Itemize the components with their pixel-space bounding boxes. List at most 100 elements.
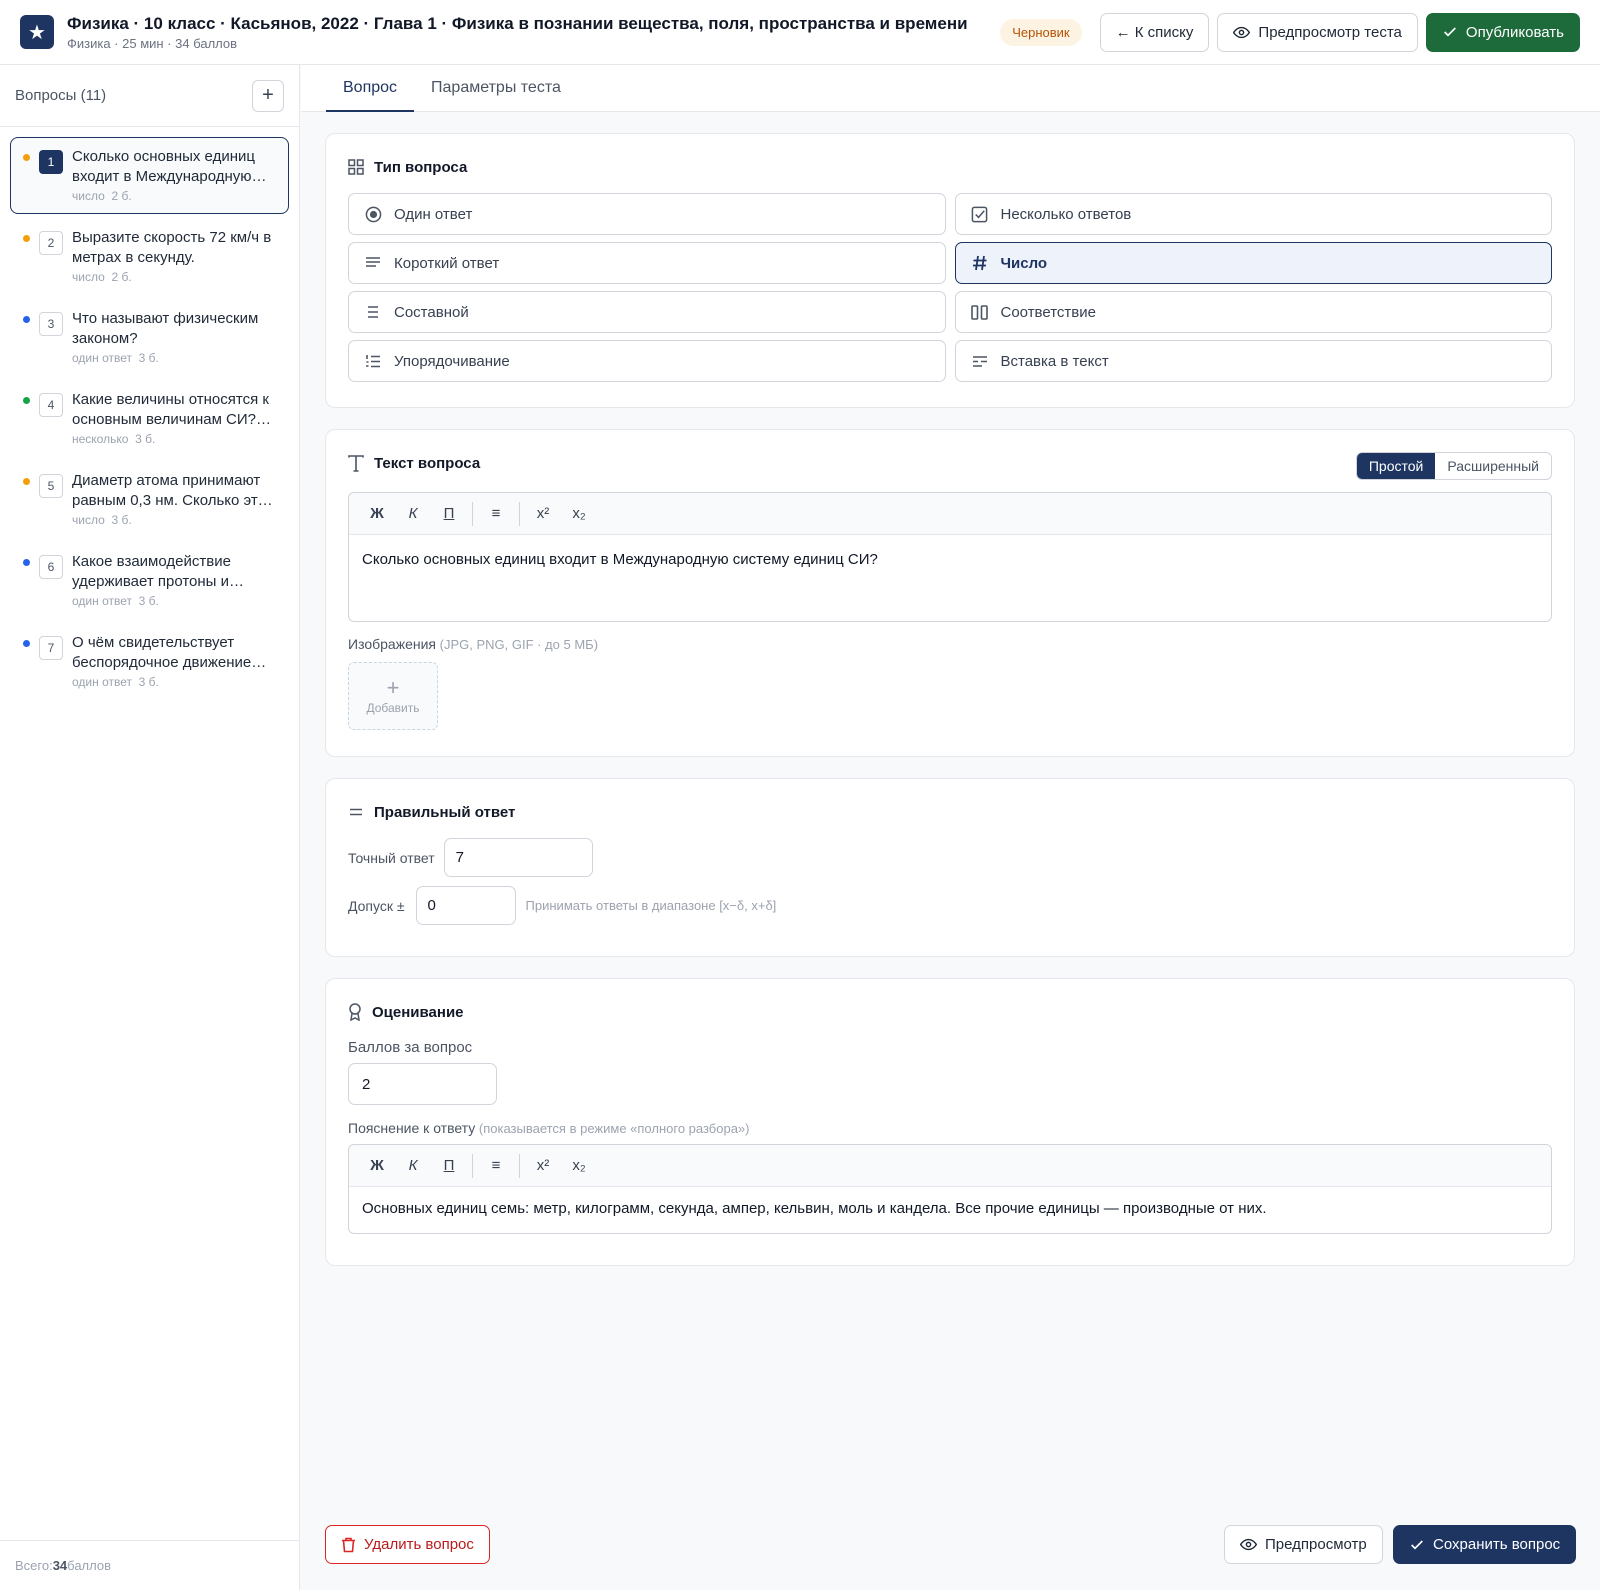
italic-button[interactable]: К	[395, 1157, 431, 1174]
question-text-input[interactable]: Сколько основных единиц входит в Междуна…	[349, 535, 1551, 621]
total-suffix: баллов	[67, 1558, 112, 1573]
question-text: Что называют физическим законом?	[72, 310, 259, 347]
question-points: 3 б.	[135, 432, 156, 446]
explanation-label: Пояснение к ответу	[348, 1120, 476, 1136]
images-hint: (JPG, PNG, GIF · до 5 МБ)	[436, 637, 599, 652]
question-text: Какое взаимодействие удерживает протоны …	[72, 553, 231, 590]
question-item-1[interactable]: 1 Сколько основных единиц входит в Между…	[10, 137, 289, 214]
question-points: 2 б.	[111, 270, 132, 284]
add-question-button[interactable]: +	[252, 79, 284, 112]
bold-button[interactable]: Ж	[359, 1157, 395, 1174]
radio-icon	[364, 206, 382, 223]
type-option-insert[interactable]: Вставка в текст	[954, 340, 1552, 382]
publish-button[interactable]: Опубликовать	[1425, 12, 1580, 52]
plus-icon: +	[386, 674, 400, 700]
publish-label: Опубликовать	[1465, 23, 1564, 41]
toolbar-divider	[472, 501, 473, 526]
tolerance-hint: Принимать ответы в диапазоне [x−δ, x+δ]	[525, 898, 777, 913]
question-item-6[interactable]: 6 Какое взаимодействие удерживает протон…	[10, 542, 289, 619]
list-icon	[364, 305, 382, 319]
type-option-label: Несколько ответов	[1000, 205, 1132, 223]
underline-button[interactable]: П	[431, 505, 467, 522]
subscript-button[interactable]: x₂	[561, 505, 597, 522]
preview-button[interactable]: Предпросмотр	[1224, 1525, 1383, 1564]
tolerance-input[interactable]: 0	[415, 886, 516, 925]
type-option-matching[interactable]: Соответствие	[954, 291, 1552, 333]
question-text: Диаметр атома принимают равным 0,3 нм. С…	[72, 472, 266, 509]
type-option-label: Число	[1000, 254, 1048, 272]
question-item-4[interactable]: 4 Какие величины относятся к основным ве…	[10, 380, 289, 457]
question-number: 7	[39, 636, 63, 660]
type-option-composite[interactable]: Составной	[348, 291, 946, 333]
delete-question-button[interactable]: Удалить вопрос	[325, 1525, 490, 1564]
explanation-editor: Ж К П ≡ x² x₂ Основных единиц семь: метр…	[348, 1144, 1552, 1234]
type-option-single[interactable]: Один ответ	[348, 193, 946, 235]
add-image-button[interactable]: + Добавить	[348, 662, 438, 730]
question-points: 3 б.	[138, 594, 159, 608]
type-option-number[interactable]: Число	[954, 242, 1552, 284]
type-option-label: Один ответ	[394, 205, 473, 223]
question-type-title: Тип вопроса	[374, 158, 468, 176]
images-label-row: Изображения (JPG, PNG, GIF · до 5 МБ)	[348, 636, 1552, 653]
exact-answer-input[interactable]: 7	[443, 838, 593, 877]
question-text: Сколько основных единиц входит в Междуна…	[72, 148, 255, 185]
question-type: число	[72, 189, 105, 203]
save-question-button[interactable]: Сохранить вопрос	[1393, 1525, 1577, 1564]
superscript-button[interactable]: x²	[525, 505, 561, 522]
question-type-heading: Тип вопроса	[348, 156, 1552, 178]
check-icon	[1411, 1539, 1423, 1550]
preview-test-button[interactable]: Предпросмотр теста	[1217, 12, 1418, 52]
type-option-multiple[interactable]: Несколько ответов	[954, 193, 1552, 235]
question-item-3[interactable]: 3 Что называют физическим законом? один …	[10, 299, 289, 376]
bold-button[interactable]: Ж	[359, 505, 395, 522]
exact-answer-label: Точный ответ	[348, 849, 435, 866]
toolbar-divider	[519, 501, 520, 526]
mode-simple-button[interactable]: Простой	[1356, 453, 1436, 479]
correct-answer-card: Правильный ответ Точный ответ 7 Допуск ±…	[325, 778, 1575, 957]
list-button[interactable]: ≡	[478, 1157, 514, 1174]
status-dot	[23, 559, 30, 566]
star-logo-icon: ★	[20, 15, 54, 49]
explanation-input[interactable]: Основных единиц семь: метр, килограмм, с…	[349, 1187, 1551, 1233]
tab-question[interactable]: Вопрос	[326, 65, 415, 112]
correct-answer-title: Правильный ответ	[374, 803, 516, 821]
question-meta: число 3 б.	[72, 513, 276, 527]
question-points: 3 б.	[138, 675, 159, 689]
status-dot	[23, 478, 30, 485]
type-option-ordering[interactable]: Упорядочивание	[348, 340, 946, 382]
question-number: 4	[39, 393, 63, 417]
mode-advanced-button[interactable]: Расширенный	[1435, 453, 1551, 479]
superscript-button[interactable]: x²	[525, 1157, 561, 1174]
italic-button[interactable]: К	[395, 505, 431, 522]
preview-label: Предпросмотр	[1265, 1536, 1367, 1553]
toolbar-divider	[472, 1153, 473, 1178]
points-input[interactable]: 2	[348, 1063, 497, 1105]
question-meta: несколько 3 б.	[72, 432, 276, 446]
question-number: 2	[39, 231, 63, 255]
question-type: несколько	[72, 432, 129, 446]
question-meta: число 2 б.	[72, 270, 276, 284]
question-meta: один ответ 3 б.	[72, 351, 276, 365]
tab-test-settings[interactable]: Параметры теста	[414, 65, 578, 112]
explanation-hint: (показывается в режиме «полного разбора»…	[475, 1121, 750, 1136]
question-type: один ответ	[72, 351, 132, 365]
question-item-2[interactable]: 2 Выразите скорость 72 км/ч в метрах в с…	[10, 218, 289, 295]
back-to-list-button[interactable]: ← К списку	[1099, 12, 1210, 52]
subscript-button[interactable]: x₂	[561, 1157, 597, 1174]
correct-answer-heading: Правильный ответ	[348, 801, 1552, 823]
type-option-label: Составной	[394, 303, 469, 321]
list-button[interactable]: ≡	[478, 505, 514, 522]
question-text: Какие величины относятся к основным вели…	[72, 391, 269, 428]
question-item-5[interactable]: 5 Диаметр атома принимают равным 0,3 нм.…	[10, 461, 289, 538]
images-label: Изображения	[348, 636, 436, 652]
questions-sidebar: Вопросы (11) + 1 Сколько основных единиц…	[0, 65, 300, 1590]
question-item-7[interactable]: 7 О чём свидетельствует беспорядочное дв…	[10, 623, 289, 700]
question-type: один ответ	[72, 594, 132, 608]
status-dot	[23, 316, 30, 323]
type-option-short[interactable]: Короткий ответ	[348, 242, 946, 284]
question-meta: один ответ 3 б.	[72, 675, 276, 689]
sidebar-total: Всего: 34 баллов	[0, 1540, 299, 1590]
underline-button[interactable]: П	[431, 1157, 467, 1174]
save-question-label: Сохранить вопрос	[1433, 1536, 1561, 1553]
explanation-label-row: Пояснение к ответу (показывается в режим…	[348, 1120, 1552, 1137]
